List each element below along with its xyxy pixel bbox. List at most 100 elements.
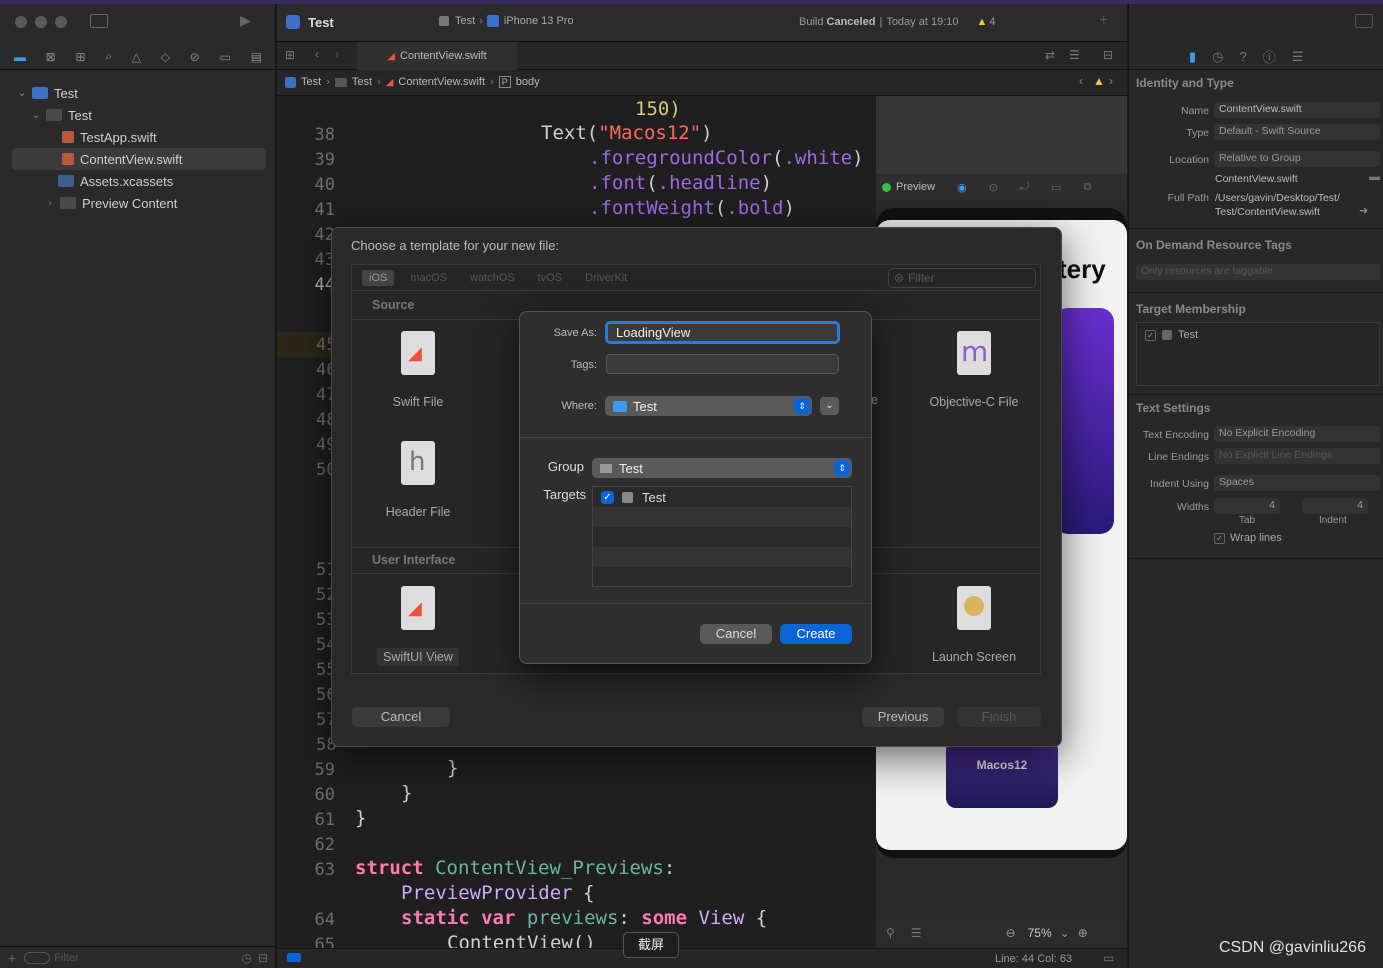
reveal-arrow-icon[interactable]: ➜ <box>1359 204 1368 217</box>
tab-driverkit[interactable]: DriverKit <box>585 272 627 284</box>
tab-tvos[interactable]: tvOS <box>538 272 562 284</box>
identity-inspector-icon[interactable]: ⓘ <box>1263 47 1276 66</box>
zoom-level[interactable]: 75% <box>1028 926 1052 940</box>
chevron-down-icon[interactable]: ⌄ <box>30 110 42 121</box>
selectable-icon[interactable]: ⊙ <box>989 181 998 194</box>
back-icon[interactable]: ‹ <box>315 47 319 61</box>
attributes-inspector-icon[interactable]: ☰ <box>1292 49 1304 65</box>
help-inspector-icon[interactable]: ? <box>1240 49 1247 64</box>
where-popup[interactable]: Test ⇕ <box>605 396 812 416</box>
breadcrumb-item[interactable]: Test <box>301 76 321 88</box>
tree-item-assets[interactable]: Assets.xcassets <box>0 170 276 192</box>
zoom-window-button[interactable] <box>55 16 67 28</box>
navigator-filter-input[interactable]: Filter <box>54 952 241 964</box>
warning-icon[interactable]: ▲ <box>1093 74 1105 88</box>
breadcrumb-item[interactable]: body <box>516 76 540 88</box>
code-review-icon[interactable]: ⇄ <box>1045 48 1055 62</box>
search-icon[interactable]: ⌕ <box>105 49 112 64</box>
breakpoint-icon[interactable]: ▭ <box>220 50 231 64</box>
inspector-toggle-icon[interactable] <box>1355 14 1373 28</box>
tree-item-group[interactable]: ⌄ Test <box>0 104 276 126</box>
folder-icon[interactable]: ▬ <box>1369 171 1380 183</box>
encoding-popup[interactable]: No Explicit Encoding <box>1214 426 1380 442</box>
report-icon[interactable]: ▤ <box>251 50 262 64</box>
tree-item-contentview[interactable]: ContentView.swift <box>12 148 266 170</box>
type-popup[interactable]: Default - Swift Source <box>1214 124 1380 140</box>
live-mode-icon[interactable]: ◉ <box>957 181 967 194</box>
sheet-cancel-button[interactable]: Cancel <box>352 707 450 727</box>
tab-macos[interactable]: macOS <box>410 272 447 284</box>
wrap-lines-checkbox[interactable]: ✓ <box>1214 532 1225 544</box>
zoom-in-icon[interactable]: ⊕ <box>1078 926 1088 940</box>
expand-dialog-button[interactable]: ⌄ <box>820 397 839 415</box>
recent-files-icon[interactable]: ◷ <box>241 951 251 965</box>
tab-ios[interactable]: iOS <box>362 269 395 286</box>
tree-item-project[interactable]: ⌄ Test <box>0 82 276 104</box>
template-swift-file[interactable]: ◢ Swift File <box>363 331 473 409</box>
editor-options-icon[interactable]: ☰ <box>1069 48 1080 62</box>
target-row[interactable]: ✓ Test <box>593 487 851 507</box>
zoom-out-icon[interactable]: ⊖ <box>1006 926 1016 940</box>
template-header-file[interactable]: h Header File <box>363 441 473 519</box>
symbol-icon[interactable]: ⊞ <box>75 50 85 64</box>
source-control-icon[interactable]: ⊠ <box>46 50 56 64</box>
indent-width-field[interactable]: 4 <box>1302 498 1368 514</box>
membership-checkbox[interactable]: ✓ <box>1145 329 1156 341</box>
debug-area-toggle-icon[interactable] <box>287 953 301 962</box>
history-inspector-icon[interactable]: ◷ <box>1212 49 1223 65</box>
hide-debug-icon[interactable]: ▭ <box>1103 951 1114 965</box>
chevron-down-icon[interactable]: ⌄ <box>16 88 28 99</box>
tab-width-field[interactable]: 4 <box>1214 498 1280 514</box>
sidebar-toggle-icon[interactable] <box>90 14 108 28</box>
previous-issue-icon[interactable]: ‹ <box>1079 74 1083 88</box>
device-settings-icon[interactable]: ▭ <box>1051 181 1061 194</box>
scm-filter-icon[interactable]: ⊟ <box>258 951 268 965</box>
filter-options-icon[interactable] <box>24 951 51 964</box>
duplicate-icon[interactable]: ⧉ <box>1084 181 1092 194</box>
test-icon[interactable]: ◇ <box>161 50 170 64</box>
add-icon[interactable]: + <box>1099 12 1108 30</box>
tab-contentview[interactable]: ◢ ContentView.swift <box>357 42 517 70</box>
tab-watchos[interactable]: watchOS <box>470 272 515 284</box>
chevron-down-icon[interactable]: ⌄ <box>1060 926 1070 940</box>
template-objc-file[interactable]: m Objective-C File <box>919 331 1029 409</box>
location-popup[interactable]: Relative to Group <box>1214 151 1380 167</box>
split-editor-icon[interactable]: ⊟ <box>1103 48 1113 62</box>
chevron-right-icon[interactable]: › <box>44 198 56 209</box>
run-button-icon[interactable]: ▶ <box>240 12 251 29</box>
wrap-lines-option[interactable]: ✓ Wrap lines <box>1214 532 1282 544</box>
breadcrumb-item[interactable]: ContentView.swift <box>398 76 485 88</box>
pin-icon[interactable]: ⚲ <box>886 926 895 940</box>
warning-icon[interactable]: ▲ <box>976 16 987 28</box>
preview-label[interactable]: Preview <box>896 181 935 193</box>
save-as-input[interactable]: LoadingView <box>605 321 840 344</box>
breadcrumb-item[interactable]: Test <box>352 76 372 88</box>
group-popup[interactable]: Test ⇕ <box>592 458 852 478</box>
variants-icon[interactable]: ☰ <box>911 926 922 940</box>
cancel-button[interactable]: Cancel <box>700 624 772 644</box>
warning-icon[interactable]: △ <box>132 50 141 64</box>
debug-icon[interactable]: ⊘ <box>190 50 200 64</box>
add-icon[interactable]: + <box>8 950 16 966</box>
tags-input[interactable] <box>606 354 839 374</box>
file-inspector-icon[interactable]: ▮ <box>1189 49 1196 65</box>
template-launch-screen[interactable]: Launch Screen <box>919 586 1029 664</box>
forward-icon[interactable]: › <box>335 47 339 61</box>
tree-item-testapp[interactable]: TestApp.swift <box>0 126 276 148</box>
next-issue-icon[interactable]: › <box>1109 74 1113 88</box>
previous-button[interactable]: Previous <box>862 707 944 727</box>
odr-tags-field[interactable]: Only resources are taggable <box>1136 264 1380 280</box>
target-checkbox[interactable]: ✓ <box>601 490 614 504</box>
folder-icon[interactable]: ▬ <box>14 50 26 64</box>
finish-button[interactable]: Finish <box>957 707 1041 727</box>
template-filter-input[interactable]: ⊜ Filter <box>888 268 1036 288</box>
scheme-selector[interactable]: Test › iPhone 13 Pro <box>439 15 574 27</box>
line-endings-popup[interactable]: No Explicit Line Endings <box>1214 448 1380 464</box>
tree-item-preview-content[interactable]: › Preview Content <box>0 192 276 214</box>
minimize-window-button[interactable] <box>35 16 47 28</box>
rotate-icon[interactable]: ⤾ <box>1020 181 1029 194</box>
create-button[interactable]: Create <box>780 624 852 644</box>
indent-popup[interactable]: Spaces <box>1214 475 1380 491</box>
name-field[interactable]: ContentView.swift <box>1214 102 1380 118</box>
template-swiftui-view[interactable]: ◢ SwiftUI View <box>363 586 473 666</box>
